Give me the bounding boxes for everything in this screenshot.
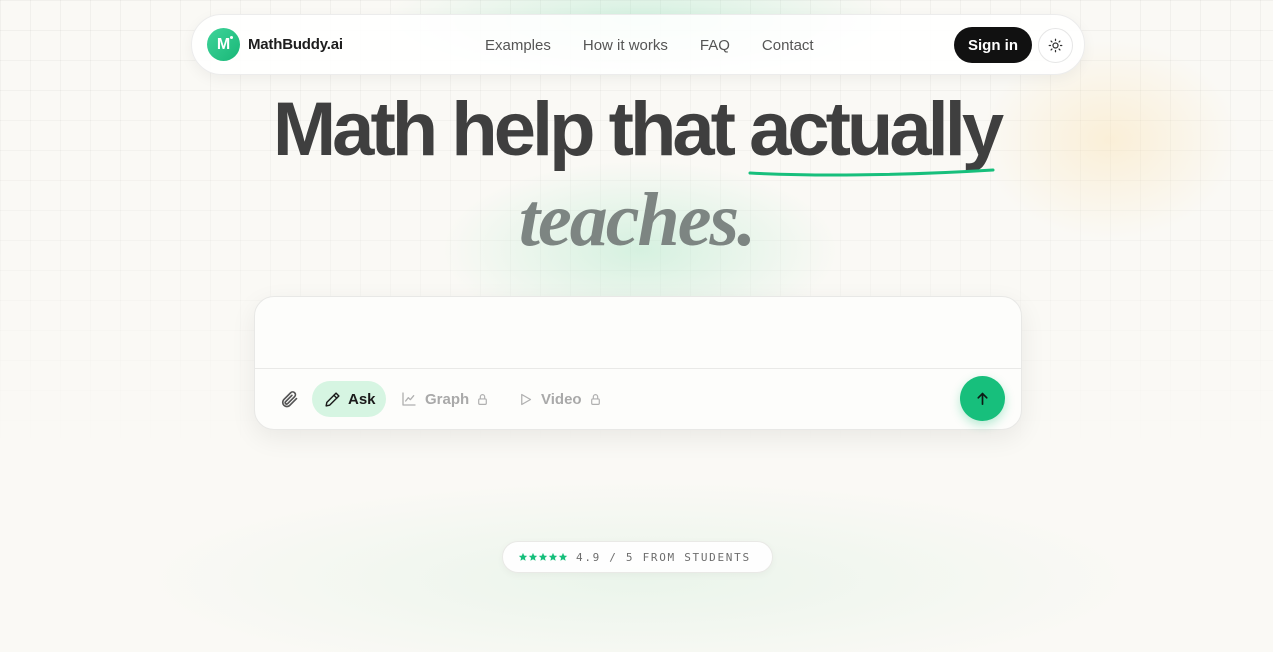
attach-button[interactable]: [279, 389, 301, 411]
pencil-icon: [325, 391, 340, 407]
line-chart-icon: [402, 392, 416, 406]
brand-name: MathBuddy.ai: [248, 36, 343, 53]
send-button[interactable]: [960, 376, 1005, 421]
sun-icon: [1048, 38, 1063, 53]
mode-video-label: Video: [541, 390, 582, 408]
mode-ask-label: Ask: [348, 390, 376, 408]
hero-subtitle: teaches.: [518, 178, 756, 262]
hero-title: Math help that actually: [0, 92, 1273, 177]
underline-squiggle-icon: [748, 168, 995, 177]
theme-toggle-button[interactable]: [1038, 28, 1073, 63]
rating-badge: 4.9 / 5 FROM STUDENTS: [502, 541, 773, 573]
question-composer: Ask Graph Video: [254, 296, 1022, 430]
mode-graph-button[interactable]: Graph: [401, 381, 489, 417]
nav-links: Examples How it works FAQ Contact: [485, 15, 846, 76]
logo-mark-icon: M: [207, 28, 240, 61]
mode-video-button[interactable]: Video: [518, 381, 602, 417]
hero-title-highlight: actually: [748, 92, 1004, 177]
lock-icon: [478, 393, 488, 405]
arrow-up-icon: [977, 392, 988, 406]
star-icon: [538, 552, 548, 561]
mode-graph-label: Graph: [425, 390, 470, 408]
nav-link-how-it-works[interactable]: How it works: [583, 37, 668, 54]
star-icon: [558, 552, 568, 561]
nav-link-faq[interactable]: FAQ: [700, 37, 730, 54]
sign-in-button[interactable]: Sign in: [954, 27, 1032, 63]
nav-link-examples[interactable]: Examples: [485, 37, 551, 54]
lock-icon: [590, 393, 600, 405]
star-rating: [518, 552, 568, 562]
hero-title-prefix: Math help that: [272, 87, 750, 172]
paperclip-icon: [281, 391, 298, 408]
rating-text: 4.9 / 5 FROM STUDENTS: [576, 550, 751, 564]
question-input[interactable]: [255, 297, 1021, 368]
nav-link-contact[interactable]: Contact: [762, 37, 814, 54]
star-icon: [548, 552, 558, 561]
top-navbar: M MathBuddy.ai Examples How it works FAQ…: [191, 14, 1085, 75]
star-icon: [528, 552, 538, 561]
star-icon: [518, 552, 528, 561]
brand-logo[interactable]: M MathBuddy.ai: [207, 28, 343, 61]
play-icon: [521, 393, 532, 405]
composer-toolbar: Ask Graph Video: [255, 369, 1021, 430]
mode-ask-button[interactable]: Ask: [312, 381, 386, 417]
